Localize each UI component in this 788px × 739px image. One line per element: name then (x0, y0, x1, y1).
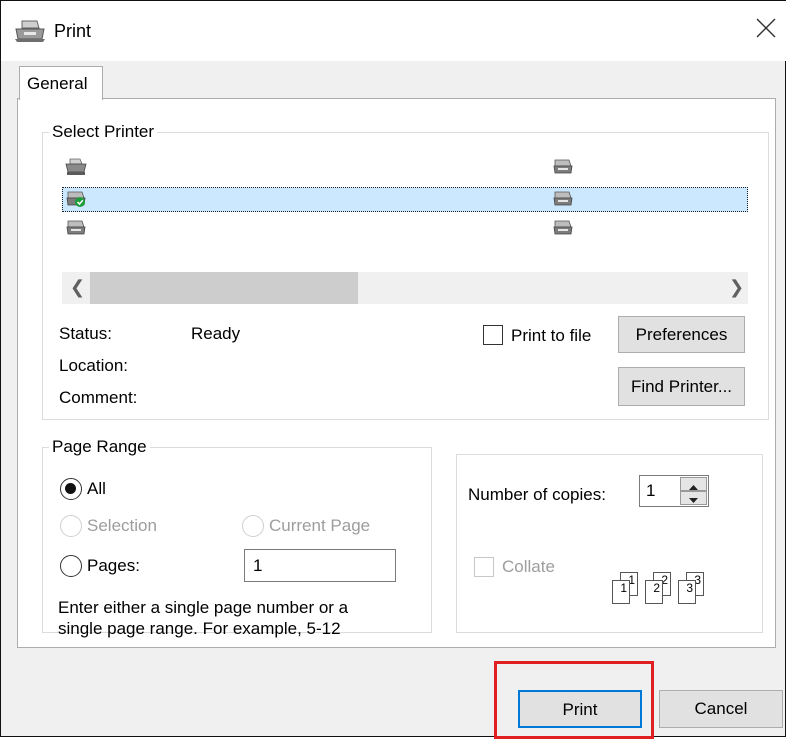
printer-icon (553, 159, 573, 174)
tab-general-label: General (27, 74, 88, 93)
copies-group (456, 454, 763, 633)
status-value: Ready (191, 324, 241, 343)
collate-page-front: 1 (612, 580, 630, 604)
close-icon (756, 18, 776, 38)
collate-page-number: 3 (686, 581, 693, 595)
printer-list[interactable] (62, 153, 748, 265)
printer-item-selected[interactable] (62, 187, 748, 212)
select-printer-legend: Select Printer (52, 122, 155, 141)
preferences-button-label: Preferences (635, 325, 728, 344)
close-button[interactable] (753, 15, 779, 41)
collate-pages-icon: 1 1 2 2 3 3 (607, 572, 727, 604)
tab-general[interactable]: General (19, 66, 103, 100)
location-label: Location: (59, 356, 128, 375)
horizontal-scrollbar[interactable]: ❮ ❯ (62, 272, 748, 304)
collate-page-front: 2 (645, 580, 663, 604)
radio-current-page[interactable] (242, 515, 264, 537)
collate-page-number: 1 (620, 581, 627, 595)
copies-label: Number of copies: (468, 485, 606, 504)
radio-selection-label: Selection (87, 516, 157, 535)
collate-page-front: 3 (678, 580, 696, 604)
radio-all-label: All (87, 479, 106, 498)
scroll-right-button[interactable]: ❯ (720, 272, 748, 304)
default-printer-icon (66, 191, 86, 207)
cancel-button[interactable]: Cancel (659, 690, 783, 728)
comment-label: Comment: (59, 388, 138, 407)
scroll-left-button[interactable]: ❮ (62, 272, 90, 304)
printer-icon (15, 20, 45, 42)
collate-label: Collate (502, 557, 555, 576)
chevron-left-icon: ❮ (70, 277, 86, 297)
cancel-button-label: Cancel (694, 699, 748, 718)
scrollbar-thumb[interactable] (90, 272, 358, 304)
print-to-file-checkbox[interactable] (483, 325, 503, 345)
preferences-button[interactable]: Preferences (618, 316, 745, 353)
copies-increment-button[interactable] (680, 477, 707, 491)
chevron-right-icon: ❯ (729, 277, 745, 297)
radio-pages[interactable] (60, 555, 82, 577)
pages-input[interactable] (244, 549, 396, 582)
page-range-help-line1: Enter either a single page number or a (58, 598, 349, 617)
page-range-legend: Page Range (52, 437, 147, 456)
radio-selection[interactable] (60, 515, 82, 537)
window-title: Print (54, 21, 92, 41)
copies-decrement-button[interactable] (680, 491, 707, 505)
copies-spinner[interactable]: 1 (639, 475, 709, 507)
printer-icon (66, 220, 86, 235)
printer-item[interactable] (62, 155, 748, 180)
fax-printer-icon (65, 158, 87, 175)
collate-checkbox[interactable] (474, 557, 494, 577)
print-button[interactable]: Print (518, 690, 642, 728)
print-to-file-label: Print to file (511, 326, 592, 345)
collate-page-number: 2 (653, 581, 660, 595)
printer-item[interactable] (62, 216, 748, 241)
find-printer-button[interactable]: Find Printer... (618, 367, 745, 406)
arrow-down-icon (689, 498, 698, 503)
printer-icon (553, 191, 573, 206)
page-range-help-line2: single page range. For example, 5-12 (58, 619, 341, 638)
radio-all[interactable] (60, 478, 82, 500)
radio-current-page-label: Current Page (269, 516, 371, 535)
print-dialog: Print General Select Printer Page Range (0, 0, 787, 737)
title-bar: Print (1, 1, 787, 61)
copies-value[interactable]: 1 (646, 481, 655, 501)
printer-icon (553, 220, 573, 235)
find-printer-button-label: Find Printer... (630, 377, 733, 396)
print-button-label: Print (562, 700, 598, 719)
radio-pages-label: Pages: (87, 556, 140, 575)
status-label: Status: (59, 324, 112, 343)
